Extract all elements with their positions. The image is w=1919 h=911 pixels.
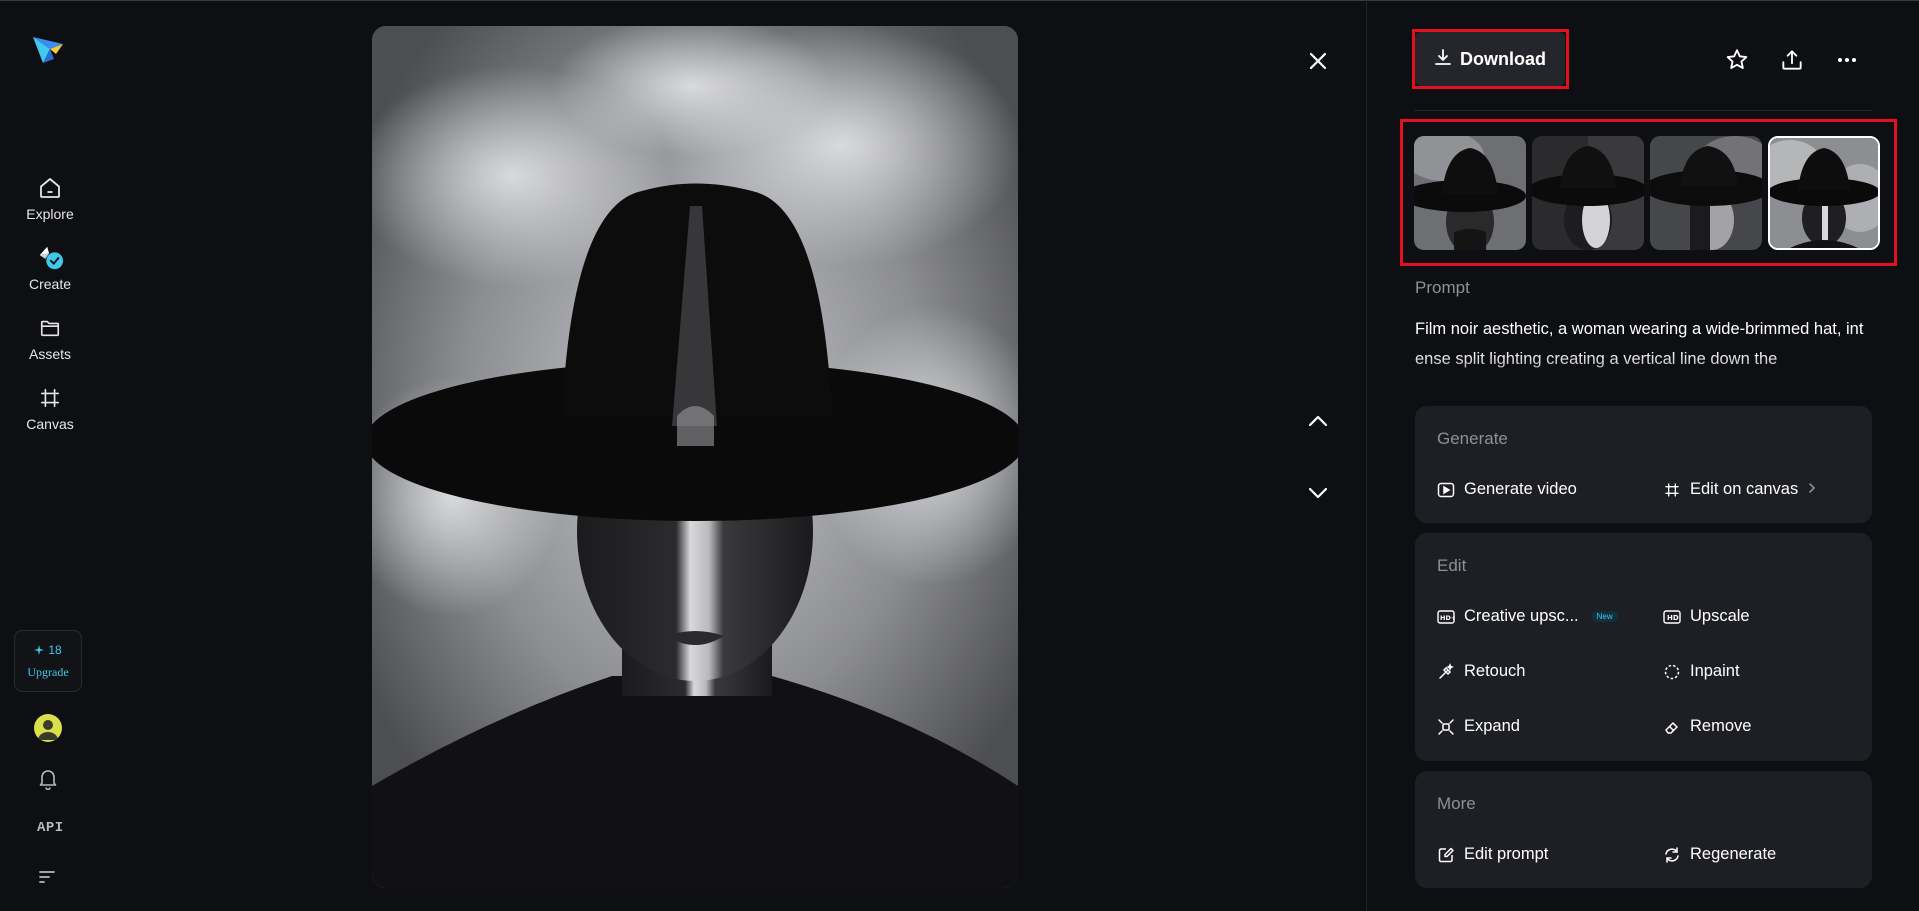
header-divider <box>1414 110 1872 111</box>
eraser-icon <box>1663 718 1681 736</box>
prompt-label: Prompt <box>1415 278 1470 297</box>
create-icon <box>36 244 64 272</box>
retouch-brush-icon <box>1437 662 1455 681</box>
credits-upgrade-box[interactable]: 18 Upgrade <box>14 630 82 692</box>
sidebar-item-canvas[interactable]: Canvas <box>0 384 100 432</box>
thumbnail-2[interactable] <box>1532 136 1644 250</box>
generated-image[interactable] <box>372 26 1018 888</box>
more-card: More Edit prompt Regenerate <box>1415 771 1872 888</box>
generate-card: Generate Generate video Edit on canvas <box>1415 406 1872 523</box>
more-icon[interactable] <box>1834 47 1860 73</box>
sparkle-icon <box>34 644 45 655</box>
sidebar-item-label: Canvas <box>26 416 74 432</box>
thumbnail-4-selected[interactable] <box>1768 136 1880 250</box>
hd-plus-icon: HD+ <box>1437 608 1455 626</box>
new-badge: New <box>1591 611 1618 622</box>
regenerate-icon <box>1663 846 1681 864</box>
video-play-icon <box>1437 481 1455 499</box>
inpaint-icon <box>1663 663 1681 681</box>
card-title-edit: Edit <box>1437 556 1467 575</box>
top-border <box>0 0 1919 1</box>
regenerate-button[interactable]: Regenerate <box>1663 845 1776 864</box>
hd-icon: HD <box>1663 608 1681 626</box>
home-icon <box>36 174 64 202</box>
avatar[interactable] <box>34 714 62 742</box>
expand-button[interactable]: Expand <box>1437 717 1520 736</box>
app-logo[interactable] <box>30 32 66 68</box>
edit-on-canvas-button[interactable]: Edit on canvas <box>1663 480 1817 499</box>
expand-icon <box>1437 718 1455 736</box>
sidebar-item-create[interactable]: Create <box>0 244 100 292</box>
remove-button[interactable]: Remove <box>1663 717 1751 736</box>
sidebar-item-explore[interactable]: Explore <box>0 174 100 222</box>
edit-prompt-button[interactable]: Edit prompt <box>1437 845 1548 864</box>
retouch-button[interactable]: Retouch <box>1437 662 1525 681</box>
left-sidebar: Explore Create Assets Canvas 18 Upgrade … <box>0 0 100 911</box>
panel-divider <box>1366 0 1367 911</box>
star-icon[interactable] <box>1724 47 1750 73</box>
svg-text:HD+: HD+ <box>1440 614 1455 622</box>
card-title-more: More <box>1437 794 1476 813</box>
chevron-down-icon[interactable] <box>1305 480 1331 506</box>
download-button[interactable]: Download <box>1415 32 1565 86</box>
bell-icon[interactable] <box>38 768 58 791</box>
sidebar-item-label: Assets <box>28 346 71 362</box>
sidebar-item-assets[interactable]: Assets <box>0 314 100 362</box>
inpaint-button[interactable]: Inpaint <box>1663 662 1740 681</box>
credits-count: 18 <box>34 643 62 657</box>
thumbnail-3[interactable] <box>1650 136 1762 250</box>
upgrade-link[interactable]: Upgrade <box>27 665 68 680</box>
variation-thumbnails <box>1414 136 1882 252</box>
edit-card: Edit HD+ Creative upsc... New HD Upscale… <box>1415 533 1872 761</box>
download-icon <box>1434 48 1452 71</box>
sidebar-item-label: Create <box>28 276 72 292</box>
canvas-icon <box>36 384 64 412</box>
share-icon[interactable] <box>1779 47 1805 73</box>
download-label: Download <box>1460 48 1546 69</box>
upscale-button[interactable]: HD Upscale <box>1663 607 1750 626</box>
chevron-up-icon[interactable] <box>1305 408 1331 434</box>
creative-upscale-button[interactable]: HD+ Creative upsc... New <box>1437 607 1618 626</box>
svg-text:HD: HD <box>1667 614 1679 622</box>
menu-icon[interactable] <box>38 870 56 884</box>
canvas-icon <box>1663 481 1681 499</box>
thumbnail-1[interactable] <box>1414 136 1526 250</box>
close-icon[interactable] <box>1305 48 1331 74</box>
sidebar-item-label: Explore <box>26 206 74 222</box>
card-title-generate: Generate <box>1437 429 1508 448</box>
edit-prompt-icon <box>1437 846 1455 864</box>
chevron-right-icon <box>1807 480 1817 499</box>
api-link[interactable]: API <box>37 820 64 836</box>
folder-icon <box>36 314 64 342</box>
prompt-text[interactable]: Film noir aesthetic, a woman wearing a w… <box>1415 314 1870 376</box>
generate-video-button[interactable]: Generate video <box>1437 480 1577 499</box>
